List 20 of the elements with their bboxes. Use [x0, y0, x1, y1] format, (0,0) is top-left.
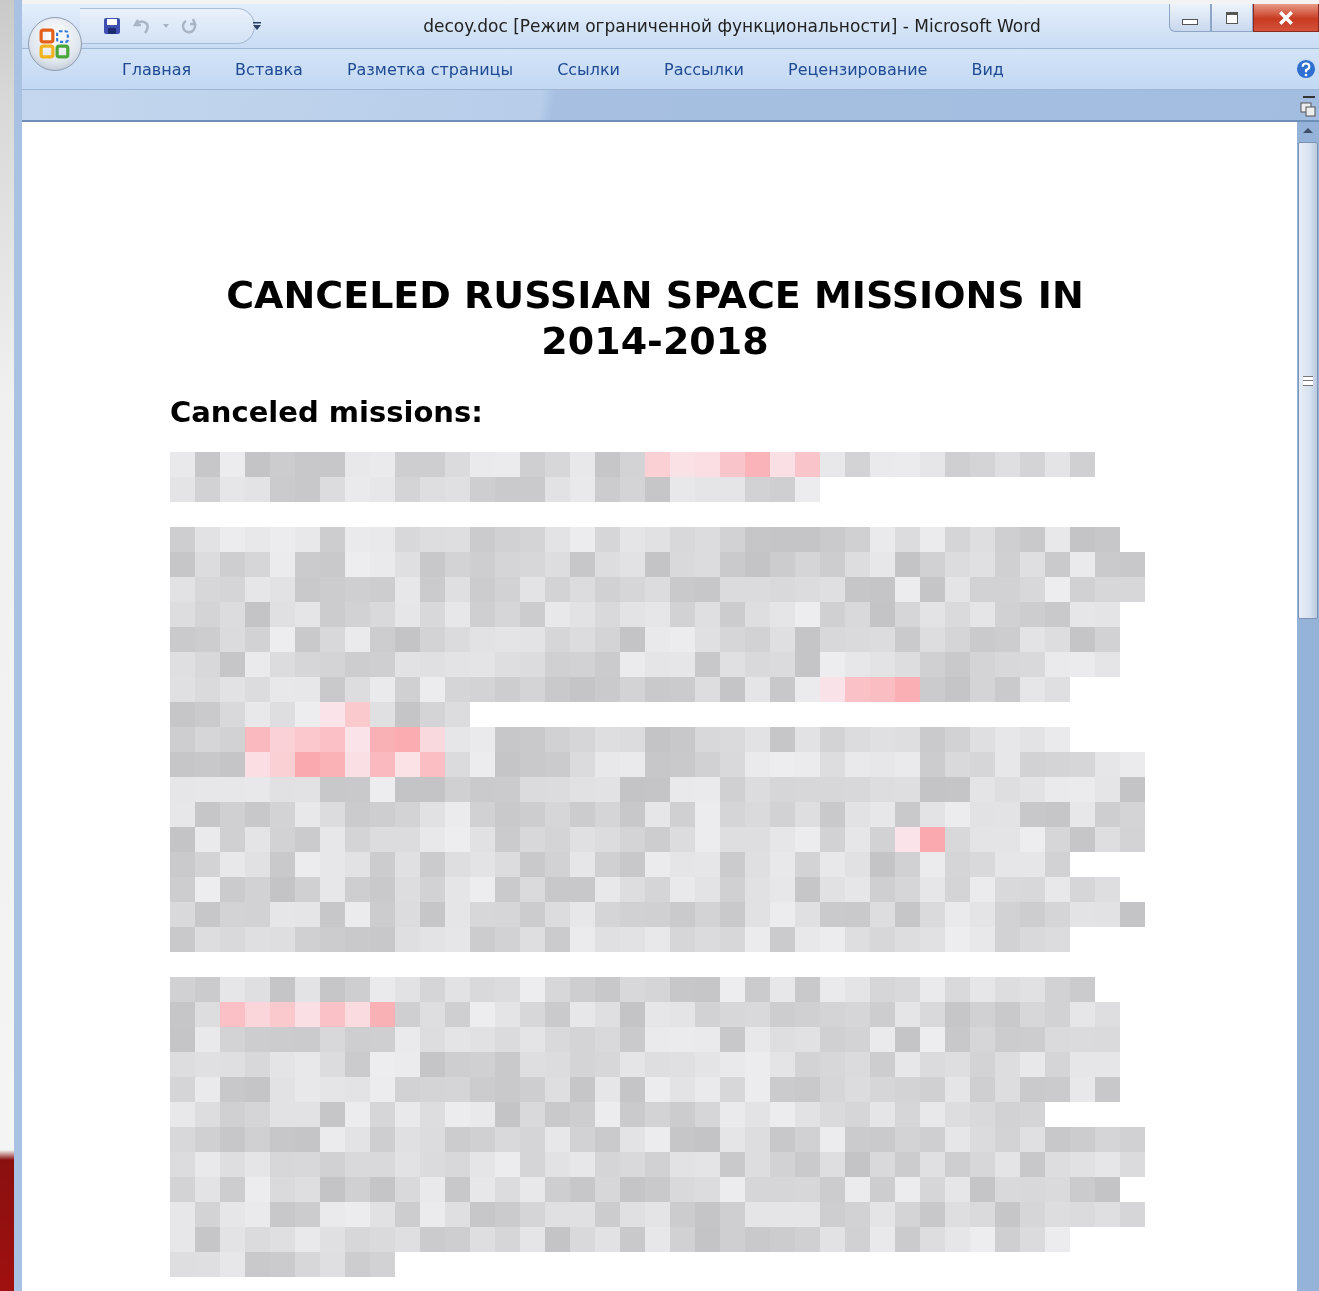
restore-button[interactable]	[1211, 4, 1253, 32]
ribbon-tab[interactable]: Рассылки	[642, 55, 766, 83]
ribbon-tab[interactable]: Вид	[949, 55, 1026, 83]
ribbon-tab[interactable]: Ссылки	[535, 55, 642, 83]
ribbon-tab[interactable]: Разметка страницы	[324, 55, 536, 83]
close-button[interactable]	[1253, 4, 1319, 32]
scroll-up-icon[interactable]	[1302, 126, 1314, 134]
save-icon[interactable]	[102, 16, 122, 36]
document-title: CANCELED RUSSIAN SPACE MISSIONS IN 2014-2018	[225, 272, 1085, 364]
office-logo-icon	[39, 28, 71, 60]
ribbon-tab[interactable]: Главная	[100, 55, 214, 83]
help-icon[interactable]	[1295, 58, 1317, 80]
section-heading: Canceled missions:	[170, 394, 484, 430]
minimize-button[interactable]	[1169, 4, 1211, 32]
ribbon-tab[interactable]: Вставка	[213, 55, 325, 83]
window-title: decoy.doc [Режим ограниченной функциональности] - Microsoft Word	[422, 16, 1042, 36]
customize-icon[interactable]	[252, 21, 262, 31]
scroll-thumb[interactable]	[1298, 142, 1318, 619]
close-icon	[1278, 10, 1294, 25]
ribbon-tab[interactable]: Рецензирование	[766, 55, 950, 83]
